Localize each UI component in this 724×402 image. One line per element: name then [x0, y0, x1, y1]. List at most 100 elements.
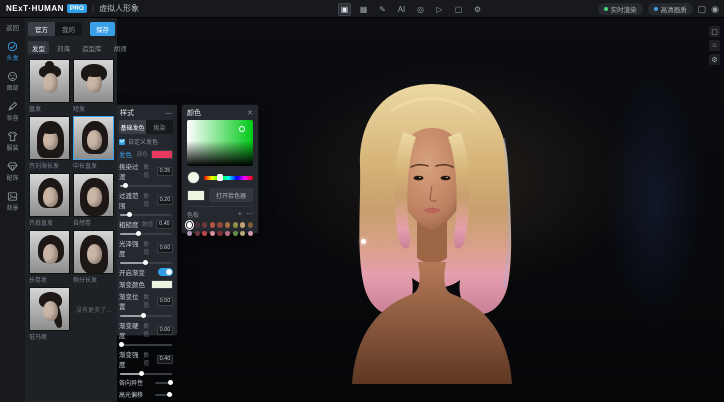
fullscreen-button[interactable]: ▢	[709, 26, 720, 37]
palette-color[interactable]	[210, 222, 215, 228]
avatar-tool-icon[interactable]: ▣	[338, 3, 351, 16]
slider-knob[interactable]	[168, 380, 173, 385]
value-chip[interactable]: 0.00	[157, 326, 173, 335]
hairstyle-thumb[interactable]: 自然卷	[73, 173, 114, 227]
slider-knob[interactable]	[141, 313, 146, 318]
palette-color[interactable]	[202, 222, 207, 228]
capture-tool-icon[interactable]: ◎	[414, 3, 427, 16]
hue-knob[interactable]	[217, 174, 223, 181]
palette-menu-icon[interactable]: ⋯	[246, 212, 253, 218]
record-icon[interactable]: ◉	[711, 4, 719, 15]
rail-item-makeup[interactable]: 妆容	[0, 101, 25, 122]
value-chip[interactable]: 0.50	[157, 297, 173, 306]
minimize-icon[interactable]: —	[165, 110, 172, 117]
hairstyle-thumb[interactable]: 齐肩直发	[29, 173, 70, 227]
back-button[interactable]: 返回	[0, 18, 25, 32]
palette-color[interactable]	[248, 222, 253, 228]
hairstyle-thumb[interactable]: 低马尾	[29, 287, 70, 341]
thumb-label: 齐肩直发	[29, 217, 70, 227]
ai-tool-icon[interactable]: AI	[395, 3, 408, 16]
slider[interactable]	[120, 315, 172, 317]
reset-view-button[interactable]: ⌂	[709, 40, 720, 51]
slider[interactable]	[120, 214, 172, 216]
thumb-label: 短发	[73, 103, 114, 113]
palette-color[interactable]	[187, 231, 192, 237]
light-control-point[interactable]	[361, 239, 366, 244]
slider-knob[interactable]	[143, 260, 148, 265]
mini-slider[interactable]	[155, 382, 173, 384]
hairstyle-thumb[interactable]: 侧分长发	[73, 230, 114, 284]
palette-color[interactable]	[225, 231, 230, 237]
palette-color[interactable]	[233, 222, 238, 228]
hairstyle-thumb[interactable]: 长卷发	[29, 230, 70, 284]
render-mode-pill[interactable]: 实时渲染	[598, 3, 643, 15]
custom-color-checkbox[interactable]: 自定义发色	[119, 137, 173, 146]
palette-color[interactable]	[240, 222, 245, 228]
eyedropper-button[interactable]: 打开拾色器	[209, 188, 253, 202]
value-chip[interactable]: 0.40	[157, 355, 173, 364]
segment-official[interactable]: 官方	[28, 22, 55, 36]
tab-base-color[interactable]: 基础发色	[119, 120, 146, 134]
screenshot-icon[interactable]: ▢	[698, 4, 707, 15]
slider-knob[interactable]	[119, 342, 124, 347]
view-settings-button[interactable]: ⚙	[709, 54, 720, 65]
palette-color[interactable]	[248, 231, 253, 237]
slider-knob[interactable]	[123, 183, 128, 188]
hairstyle-thumb[interactable]: 盘发	[29, 59, 70, 113]
slider[interactable]	[120, 373, 172, 375]
tab-bangs[interactable]: 刘海	[53, 41, 74, 54]
tab-beard[interactable]: 胡须	[110, 41, 131, 54]
rail-item-accessories[interactable]: 配饰	[0, 161, 25, 182]
hairstyle-thumb-selected[interactable]: 中长直发	[73, 116, 114, 170]
value-chip[interactable]: 0.45	[156, 220, 173, 229]
segment-mine[interactable]: 我的	[55, 22, 82, 36]
hairstyle-thumb[interactable]: 齐刘海长发	[29, 116, 70, 170]
palette-color[interactable]	[195, 231, 200, 237]
slider-knob[interactable]	[136, 231, 141, 236]
hue-slider[interactable]	[204, 176, 253, 180]
quality-mode-pill[interactable]: 高清画质	[648, 3, 693, 15]
palette-color[interactable]	[217, 231, 222, 237]
value-chip[interactable]: 0.60	[157, 244, 173, 253]
add-color-icon[interactable]: +	[238, 212, 242, 218]
tab-highlight-dye[interactable]: 挑染	[146, 120, 173, 134]
sv-picker-dot[interactable]	[239, 126, 245, 132]
palette-color[interactable]	[217, 222, 222, 228]
saturation-value-box[interactable]	[187, 120, 253, 166]
display-tool-icon[interactable]: ▢	[452, 3, 465, 16]
rail-item-clothing[interactable]: 服装	[0, 131, 25, 152]
tab-style-library[interactable]: 造型库	[78, 41, 106, 54]
palette-color[interactable]	[240, 231, 245, 237]
palette-color[interactable]	[225, 222, 230, 228]
assets-tool-icon[interactable]: ▦	[357, 3, 370, 16]
edit-tool-icon[interactable]: ✎	[376, 3, 389, 16]
value-chip[interactable]: 0.35	[157, 167, 173, 176]
slider-knob[interactable]	[127, 212, 132, 217]
slider[interactable]	[120, 262, 172, 264]
slider-knob[interactable]	[139, 371, 144, 376]
slider-knob[interactable]	[167, 392, 172, 397]
palette-color[interactable]	[202, 231, 207, 237]
gradient-toggle[interactable]	[158, 268, 173, 276]
rail-item-background[interactable]: 背景	[0, 191, 25, 212]
palette-color[interactable]	[210, 231, 215, 237]
save-button[interactable]: 保存	[90, 22, 115, 36]
palette-color[interactable]	[233, 231, 238, 237]
tab-hairstyle[interactable]: 发型	[28, 41, 49, 54]
hair-color-swatch[interactable]	[151, 150, 173, 159]
rail-item-hair[interactable]: 头发	[0, 41, 25, 62]
gradient-color-swatch[interactable]	[151, 280, 173, 289]
close-icon[interactable]: ✕	[247, 109, 253, 117]
value-chip[interactable]: 0.20	[157, 196, 173, 205]
hairstyle-thumb[interactable]: 短发	[73, 59, 114, 113]
palette-color[interactable]	[187, 222, 192, 228]
value-label: 数值	[144, 351, 154, 367]
slider[interactable]	[120, 344, 172, 346]
rail-item-face[interactable]: 面部	[0, 71, 25, 92]
settings-tool-icon[interactable]: ⚙	[471, 3, 484, 16]
animation-tool-icon[interactable]: ▷	[433, 3, 446, 16]
slider[interactable]	[120, 233, 172, 235]
mini-slider[interactable]	[155, 394, 173, 396]
palette-color[interactable]	[195, 222, 200, 228]
slider[interactable]	[120, 185, 172, 187]
